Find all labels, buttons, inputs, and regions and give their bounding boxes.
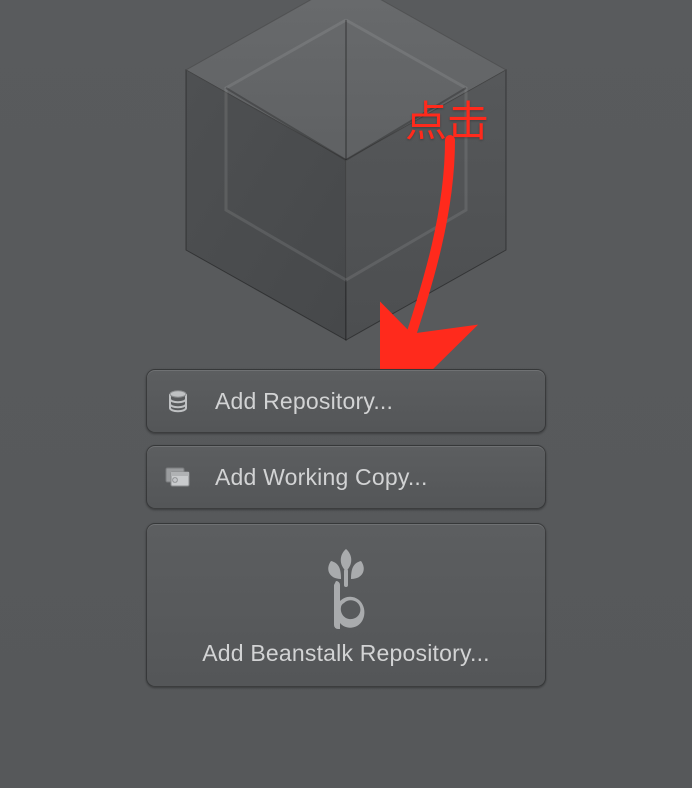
database-icon (165, 388, 191, 414)
welcome-panel: 点击 Add Repository... (0, 0, 692, 788)
action-buttons: Add Repository... Add Working Copy... (146, 369, 546, 699)
annotation-arrow-icon (380, 130, 480, 380)
add-working-copy-label: Add Working Copy... (215, 464, 428, 491)
annotation-label: 点击 (405, 88, 489, 149)
add-repository-button[interactable]: Add Repository... (146, 369, 546, 433)
app-logo-icon (166, 0, 526, 360)
add-beanstalk-label: Add Beanstalk Repository... (202, 640, 490, 667)
add-beanstalk-button[interactable]: Add Beanstalk Repository... (146, 523, 546, 687)
add-working-copy-button[interactable]: Add Working Copy... (146, 445, 546, 509)
working-copy-icon (165, 464, 191, 490)
add-repository-label: Add Repository... (215, 388, 393, 415)
beanstalk-icon (311, 544, 381, 634)
